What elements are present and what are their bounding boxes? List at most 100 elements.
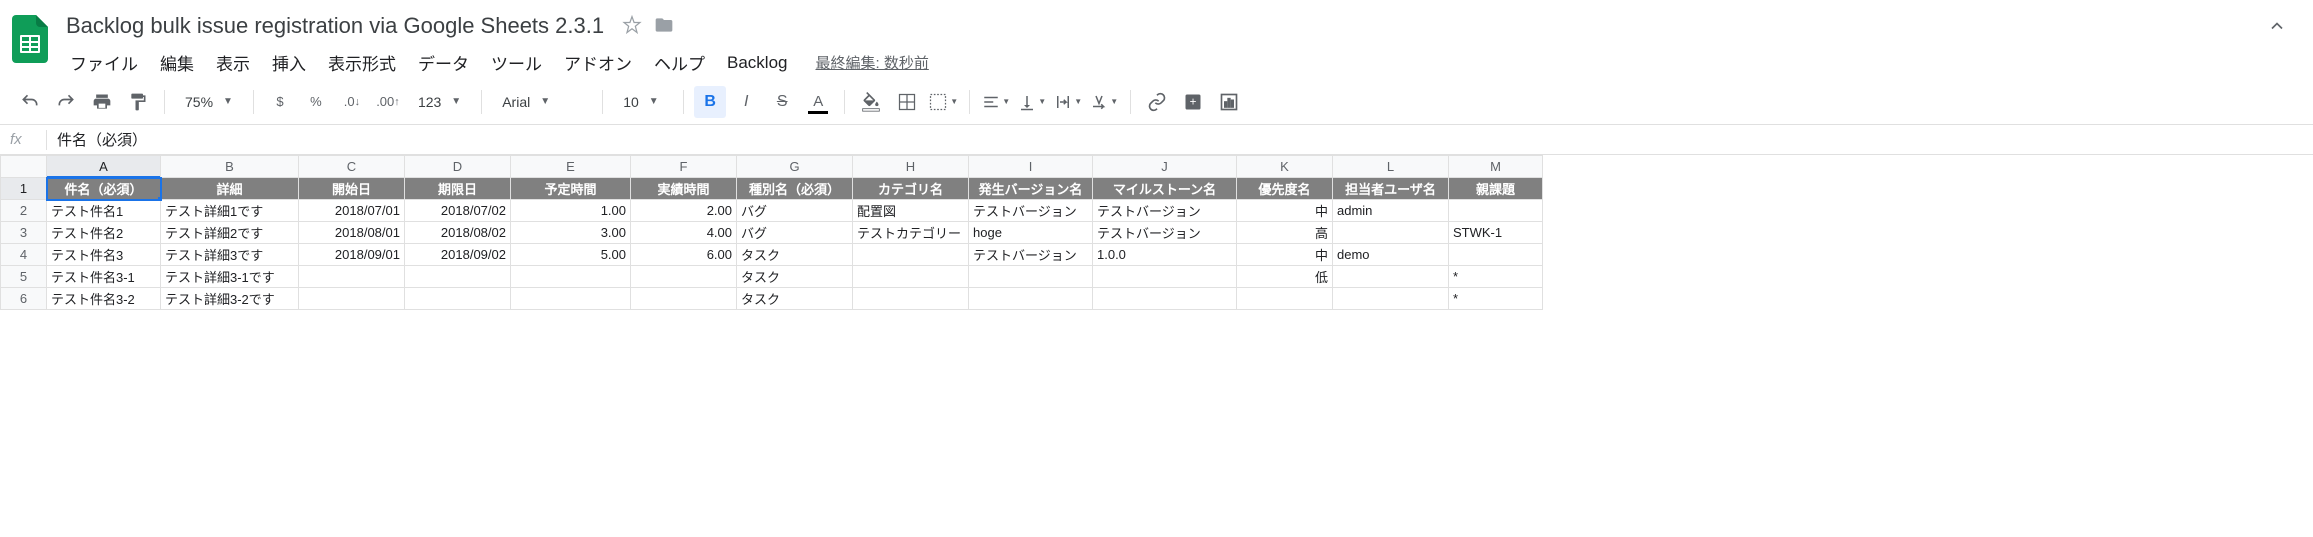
cell-H4[interactable] [853, 244, 969, 266]
header-cell-K[interactable]: 優先度名 [1237, 178, 1333, 200]
fill-color-button[interactable] [855, 86, 887, 118]
cell-I5[interactable] [969, 266, 1093, 288]
font-size-select[interactable]: 10▼ [613, 86, 673, 118]
insert-comment-button[interactable]: + [1177, 86, 1209, 118]
last-edit[interactable]: 最終編集: 数秒前 [815, 52, 928, 73]
header-cell-B[interactable]: 詳細 [161, 178, 299, 200]
cell-J5[interactable] [1093, 266, 1237, 288]
cell-A4[interactable]: テスト件名3 [47, 244, 161, 266]
doc-title[interactable]: Backlog bulk issue registration via Goog… [60, 12, 610, 40]
cell-G3[interactable]: バグ [737, 222, 853, 244]
cell-L6[interactable] [1333, 288, 1449, 310]
cell-I3[interactable]: hoge [969, 222, 1093, 244]
header-cell-A[interactable]: 件名（必須） [47, 178, 161, 200]
strike-button[interactable]: S [766, 86, 798, 118]
header-cell-J[interactable]: マイルストーン名 [1093, 178, 1237, 200]
cell-L4[interactable]: demo [1333, 244, 1449, 266]
row-head-6[interactable]: 6 [1, 288, 47, 310]
col-head-D[interactable]: D [405, 156, 511, 178]
col-head-G[interactable]: G [737, 156, 853, 178]
col-head-I[interactable]: I [969, 156, 1093, 178]
cell-I4[interactable]: テストバージョン [969, 244, 1093, 266]
cell-K6[interactable] [1237, 288, 1333, 310]
cell-K2[interactable]: 中 [1237, 200, 1333, 222]
cell-D5[interactable] [405, 266, 511, 288]
cell-B3[interactable]: テスト詳細2です [161, 222, 299, 244]
col-head-J[interactable]: J [1093, 156, 1237, 178]
more-formats-select[interactable]: 123▼ [408, 86, 471, 118]
cell-C3[interactable]: 2018/08/01 [299, 222, 405, 244]
cell-G2[interactable]: バグ [737, 200, 853, 222]
cell-E4[interactable]: 5.00 [511, 244, 631, 266]
cell-E3[interactable]: 3.00 [511, 222, 631, 244]
star-icon[interactable] [622, 15, 642, 38]
col-head-E[interactable]: E [511, 156, 631, 178]
header-cell-H[interactable]: カテゴリ名 [853, 178, 969, 200]
cell-I6[interactable] [969, 288, 1093, 310]
cell-M3[interactable]: STWK-1 [1449, 222, 1543, 244]
col-head-L[interactable]: L [1333, 156, 1449, 178]
cell-K3[interactable]: 高 [1237, 222, 1333, 244]
insert-link-button[interactable] [1141, 86, 1173, 118]
v-align-button[interactable]: ▼ [1016, 86, 1048, 118]
cell-D6[interactable] [405, 288, 511, 310]
format-percent-icon[interactable]: % [300, 86, 332, 118]
text-color-button[interactable]: A [802, 86, 834, 118]
increase-decimal-icon[interactable]: .00↑ [372, 86, 404, 118]
cell-H6[interactable] [853, 288, 969, 310]
cell-C2[interactable]: 2018/07/01 [299, 200, 405, 222]
menu-file[interactable]: ファイル [60, 46, 148, 79]
sheets-logo[interactable] [10, 12, 50, 66]
h-align-button[interactable]: ▼ [980, 86, 1012, 118]
row-head-4[interactable]: 4 [1, 244, 47, 266]
row-head-3[interactable]: 3 [1, 222, 47, 244]
cell-A6[interactable]: テスト件名3-2 [47, 288, 161, 310]
col-head-B[interactable]: B [161, 156, 299, 178]
print-icon[interactable] [86, 86, 118, 118]
cell-H5[interactable] [853, 266, 969, 288]
insert-chart-button[interactable] [1213, 86, 1245, 118]
cell-D3[interactable]: 2018/08/02 [405, 222, 511, 244]
zoom-select[interactable]: 75%▼ [175, 86, 243, 118]
col-head-M[interactable]: M [1449, 156, 1543, 178]
menu-backlog[interactable]: Backlog [717, 49, 797, 77]
menu-format[interactable]: 表示形式 [318, 46, 406, 79]
cell-C4[interactable]: 2018/09/01 [299, 244, 405, 266]
cell-M6[interactable]: * [1449, 288, 1543, 310]
cell-E2[interactable]: 1.00 [511, 200, 631, 222]
paint-format-icon[interactable] [122, 86, 154, 118]
cell-E5[interactable] [511, 266, 631, 288]
cell-B4[interactable]: テスト詳細3です [161, 244, 299, 266]
header-cell-F[interactable]: 実績時間 [631, 178, 737, 200]
col-head-K[interactable]: K [1237, 156, 1333, 178]
font-select[interactable]: Arial▼ [492, 86, 592, 118]
collapse-icon[interactable] [2251, 8, 2303, 47]
cell-G5[interactable]: タスク [737, 266, 853, 288]
col-head-A[interactable]: A [47, 156, 161, 178]
col-head-F[interactable]: F [631, 156, 737, 178]
menu-insert[interactable]: 挿入 [262, 46, 316, 79]
cell-A2[interactable]: テスト件名1 [47, 200, 161, 222]
cell-E6[interactable] [511, 288, 631, 310]
cell-K4[interactable]: 中 [1237, 244, 1333, 266]
cell-L2[interactable]: admin [1333, 200, 1449, 222]
cell-F3[interactable]: 4.00 [631, 222, 737, 244]
cell-G6[interactable]: タスク [737, 288, 853, 310]
row-head-5[interactable]: 5 [1, 266, 47, 288]
cell-F4[interactable]: 6.00 [631, 244, 737, 266]
cell-A5[interactable]: テスト件名3-1 [47, 266, 161, 288]
cell-B5[interactable]: テスト詳細3-1です [161, 266, 299, 288]
bold-button[interactable]: B [694, 86, 726, 118]
spreadsheet-grid[interactable]: ABCDEFGHIJKLM 1件名（必須）詳細開始日期限日予定時間実績時間種別名… [0, 155, 1543, 310]
menu-addons[interactable]: アドオン [554, 46, 642, 79]
menu-edit[interactable]: 編集 [150, 46, 204, 79]
folder-icon[interactable] [654, 15, 674, 38]
italic-button[interactable]: I [730, 86, 762, 118]
menu-view[interactable]: 表示 [206, 46, 260, 79]
format-currency-icon[interactable]: $ [264, 86, 296, 118]
cell-J3[interactable]: テストバージョン [1093, 222, 1237, 244]
header-cell-M[interactable]: 親課題 [1449, 178, 1543, 200]
undo-icon[interactable] [14, 86, 46, 118]
cell-F5[interactable] [631, 266, 737, 288]
header-cell-E[interactable]: 予定時間 [511, 178, 631, 200]
